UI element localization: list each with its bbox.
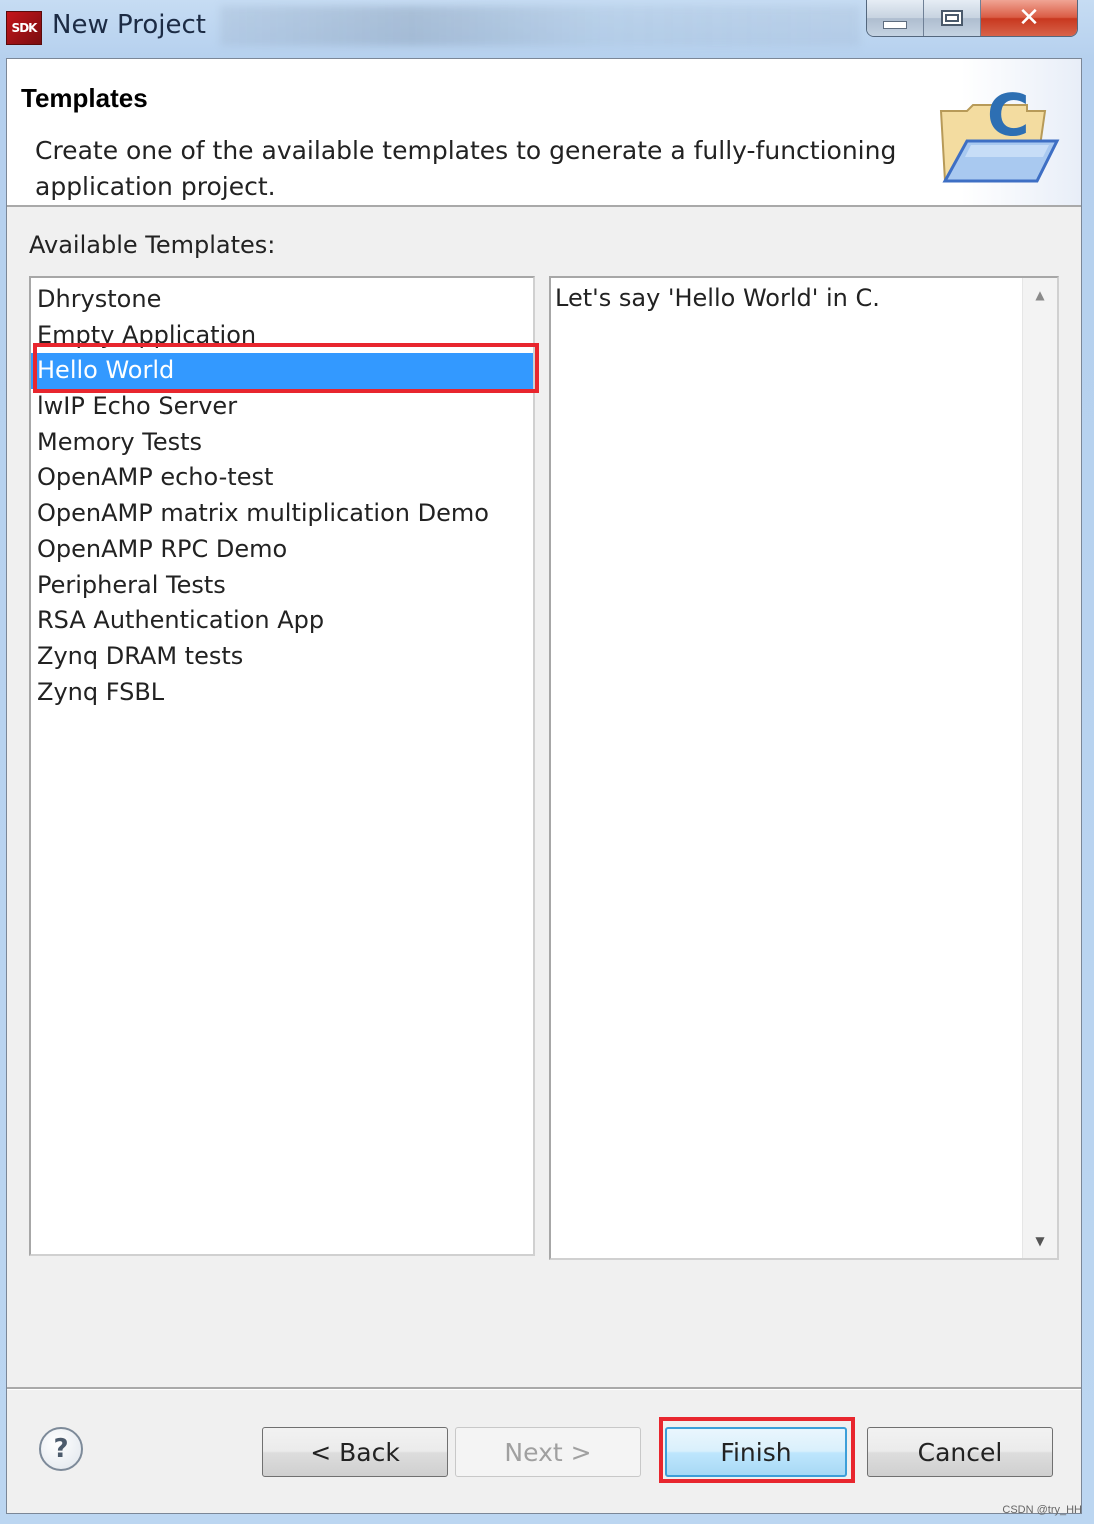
template-item-memory-tests[interactable]: Memory Tests [31,425,533,461]
minimize-icon [883,21,907,29]
window-title: New Project [52,10,206,40]
template-item-hello-world[interactable]: Hello World [31,353,533,390]
template-list[interactable]: Dhrystone Empty Application Hello World … [29,276,535,1256]
template-description-text: Let's say 'Hello World' in C. [555,284,880,312]
template-item-dhrystone[interactable]: Dhrystone [31,282,533,318]
help-button[interactable]: ? [39,1427,83,1471]
template-item-openamp-rpc-demo[interactable]: OpenAMP RPC Demo [31,532,533,568]
next-button-disabled[interactable]: Next > [455,1427,641,1477]
footer-divider [7,1387,1081,1390]
close-icon: ✕ [1018,3,1040,33]
template-item-openamp-matrix-multiplication-demo[interactable]: OpenAMP matrix multiplication Demo [31,496,533,532]
help-icon: ? [53,1434,69,1464]
template-item-lwip-echo-server[interactable]: lwIP Echo Server [31,389,533,425]
template-item-empty-application[interactable]: Empty Application [31,318,533,354]
watermark-text: CSDN @try_HH [1002,1504,1082,1516]
scroll-down-arrow-icon[interactable]: ▼ [1023,1224,1057,1258]
page-description: Create one of the available templates to… [35,136,897,201]
title-bar[interactable]: SDK New Project ✕ [0,0,1094,56]
scroll-up-arrow-icon[interactable]: ▲ [1023,278,1057,312]
title-bar-background-blur [220,6,860,46]
caption-buttons: ✕ [866,0,1078,37]
finish-button[interactable]: Finish [665,1427,847,1477]
dialog-client-area: Templates Create one of the available te… [6,58,1082,1514]
maximize-icon [941,10,963,26]
template-item-zynq-fsbl[interactable]: Zynq FSBL [31,675,533,711]
description-scrollbar[interactable]: ▲ ▼ [1022,278,1057,1258]
template-item-peripheral-tests[interactable]: Peripheral Tests [31,568,533,604]
template-description-panel: Let's say 'Hello World' in C. ▲ ▼ [549,276,1059,1260]
c-letter-icon: C [987,81,1030,149]
available-templates-label: Available Templates: [29,231,276,259]
page-title: Templates [21,83,148,113]
sdk-app-icon: SDK [6,11,42,45]
new-project-window: SDK New Project ✕ Templates Create one o… [0,0,1094,1524]
template-item-rsa-authentication-app[interactable]: RSA Authentication App [31,603,533,639]
wizard-header: Templates Create one of the available te… [7,59,1081,207]
template-item-openamp-echo-test[interactable]: OpenAMP echo-test [31,460,533,496]
minimize-button[interactable] [867,0,924,36]
maximize-button[interactable] [924,0,981,36]
cancel-button[interactable]: Cancel [867,1427,1053,1477]
back-button[interactable]: < Back [262,1427,448,1477]
close-button[interactable]: ✕ [981,0,1077,36]
template-item-zynq-dram-tests[interactable]: Zynq DRAM tests [31,639,533,675]
c-project-folder-icon: C [939,81,1060,183]
